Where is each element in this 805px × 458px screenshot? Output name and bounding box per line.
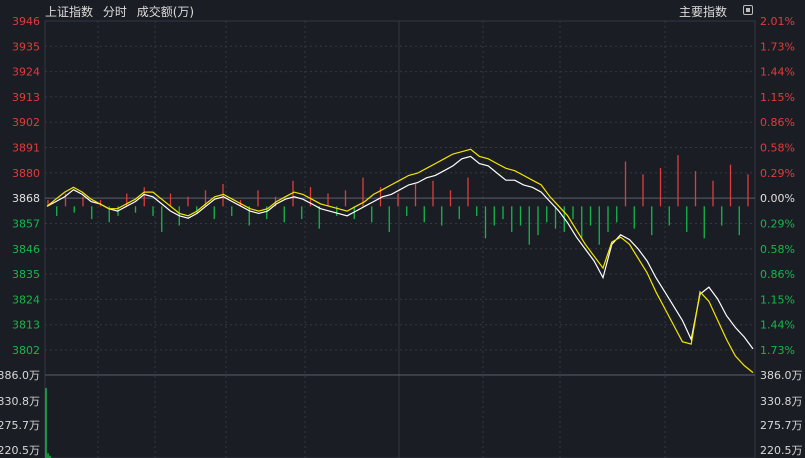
- volume-tick-right: 330.8万: [760, 395, 803, 408]
- y-tick-left: 3902: [12, 116, 40, 129]
- toggle-panel-icon[interactable]: [743, 5, 753, 15]
- y-tick-right: 2.01%: [760, 15, 795, 28]
- volume-tick-right: 275.7万: [760, 419, 803, 432]
- volume-tick-left: 386.0万: [0, 369, 40, 382]
- chart-title: 上证指数 分时 成交额(万): [45, 3, 200, 20]
- mode-label[interactable]: 分时: [103, 5, 127, 19]
- y-tick-right: 0.86%: [760, 268, 795, 281]
- y-tick-left: 3813: [12, 319, 40, 332]
- y-tick-right: 0.29%: [760, 167, 795, 180]
- y-tick-left: 3913: [12, 91, 40, 104]
- y-tick-right: 1.15%: [760, 91, 795, 104]
- y-tick-right: 1.15%: [760, 293, 795, 306]
- y-tick-right: 1.73%: [760, 344, 795, 357]
- volume-label: 成交额(万): [136, 5, 195, 19]
- volume-tick-left: 275.7万: [0, 419, 40, 432]
- y-tick-left: 3868: [12, 192, 40, 205]
- y-tick-right: 0.86%: [760, 116, 795, 129]
- y-tick-right: 0.58%: [760, 243, 795, 256]
- y-tick-left: 3802: [12, 344, 40, 357]
- y-tick-right: 1.44%: [760, 66, 795, 79]
- y-tick-left: 3824: [12, 293, 40, 306]
- y-tick-right: 0.29%: [760, 217, 795, 230]
- plot-frame: [44, 20, 756, 458]
- y-tick-left: 3846: [12, 243, 40, 256]
- intraday-chart: 3946 2.01% 3935 1.73% 3924 1.44% 3913 1.15% 3902…: [0, 15, 803, 458]
- volume-tick-right: 386.0万: [760, 369, 803, 382]
- volume-tick-left: 220.5万: [0, 444, 40, 457]
- y-tick-right: 0.58%: [760, 142, 795, 155]
- y-tick-left: 3835: [12, 268, 40, 281]
- volume-tick-right: 220.5万: [760, 444, 803, 457]
- y-tick-left: 3924: [12, 66, 40, 79]
- y-tick-left: 3880: [12, 167, 40, 180]
- main-index-button[interactable]: 主要指数: [679, 3, 727, 20]
- y-tick-right: 1.44%: [760, 319, 795, 332]
- y-tick-left: 3946: [12, 15, 40, 28]
- price-line: [46, 155, 754, 350]
- index-name[interactable]: 上证指数: [45, 5, 93, 19]
- y-tick-right: 1.73%: [760, 40, 795, 53]
- volume-tick-left: 330.8万: [0, 395, 40, 408]
- y-tick-left: 3891: [12, 142, 40, 155]
- y-tick-right: 0.00%: [760, 192, 795, 205]
- y-tick-left: 3935: [12, 40, 40, 53]
- y-tick-left: 3857: [12, 217, 40, 230]
